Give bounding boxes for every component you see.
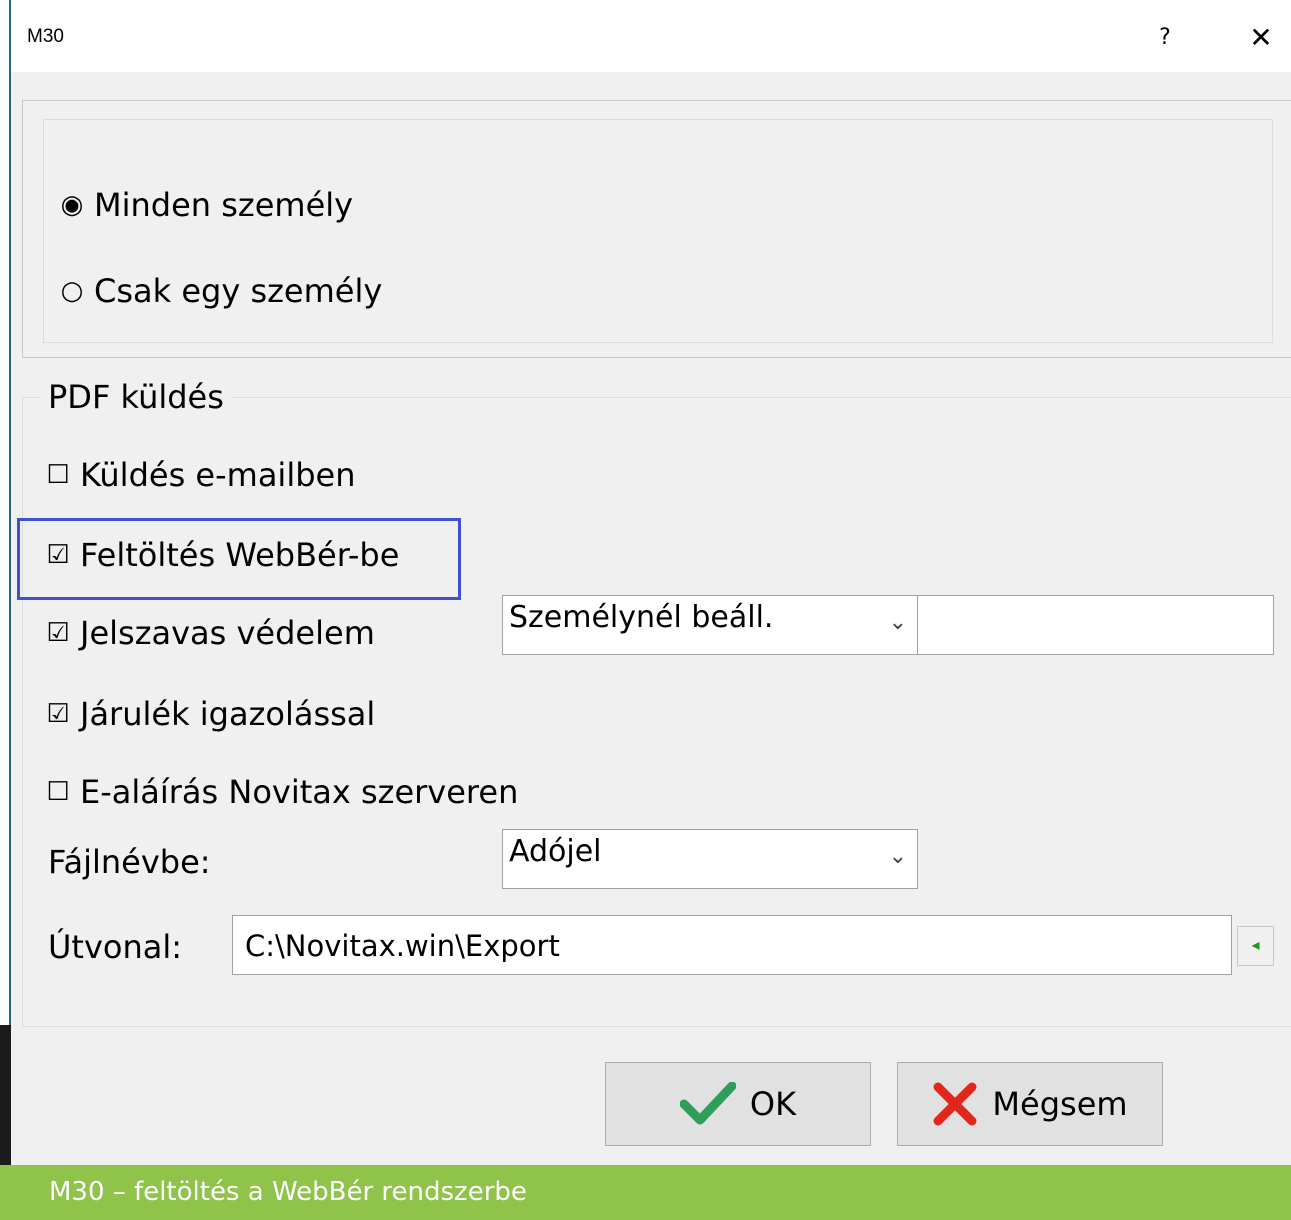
arrow-left-icon: ◂ bbox=[1251, 935, 1260, 954]
radio-all-persons[interactable]: ◉ Minden személy bbox=[58, 186, 353, 224]
checkbox-checked-icon: ☑ bbox=[46, 540, 70, 570]
checkbox-contribution-certificate-label: Járulék igazolással bbox=[80, 695, 376, 733]
checkbox-upload-webber-label: Feltöltés WebBér-be bbox=[80, 536, 400, 574]
ok-button-label: OK bbox=[749, 1085, 797, 1123]
filename-value: Adójel bbox=[509, 834, 602, 869]
browse-button[interactable]: ◂ bbox=[1237, 926, 1274, 966]
cancel-button-label: Mégsem bbox=[992, 1085, 1128, 1123]
radio-selected-icon: ◉ bbox=[60, 190, 84, 220]
checkmark-icon bbox=[679, 1082, 736, 1125]
path-label: Útvonal: bbox=[48, 928, 183, 966]
radio-single-person[interactable]: ○ Csak egy személy bbox=[58, 272, 383, 310]
password-mode-value: Személynél beáll. bbox=[509, 600, 774, 635]
checkbox-password-protection-label: Jelszavas védelem bbox=[80, 614, 375, 652]
ok-button[interactable]: OK bbox=[605, 1062, 871, 1146]
checkbox-contribution-certificate[interactable]: ☑ Járulék igazolással bbox=[44, 695, 375, 733]
window-title: M30 bbox=[27, 26, 64, 47]
cancel-button[interactable]: Mégsem bbox=[897, 1062, 1163, 1146]
window-edge-shadow bbox=[0, 1025, 11, 1165]
image-caption: M30 – feltöltés a WebBér rendszerbe bbox=[0, 1165, 1291, 1220]
chevron-down-icon: ⌄ bbox=[888, 610, 907, 635]
checkbox-send-email[interactable]: ☐ Küldés e-mailben bbox=[44, 456, 355, 494]
checkbox-unchecked-icon: ☐ bbox=[46, 460, 70, 490]
cross-icon bbox=[933, 1082, 977, 1126]
title-bar: M30 ? ✕ bbox=[11, 0, 1291, 72]
filename-label: Fájlnévbe: bbox=[48, 843, 211, 881]
radio-unselected-icon: ○ bbox=[60, 276, 84, 306]
radio-single-person-label: Csak egy személy bbox=[94, 272, 383, 310]
checkbox-send-email-label: Küldés e-mailben bbox=[80, 456, 356, 494]
path-input[interactable]: C:\Novitax.win\Export bbox=[232, 915, 1232, 975]
checkbox-e-signature-label: E-aláírás Novitax szerveren bbox=[80, 773, 519, 811]
password-mode-select[interactable]: Személynél beáll. ⌄ bbox=[502, 595, 918, 655]
dialog-window: M30 ? ✕ ◉ Minden személy ○ Csak egy szem… bbox=[0, 0, 1291, 1165]
chevron-down-icon: ⌄ bbox=[888, 844, 907, 869]
help-button[interactable]: ? bbox=[1145, 18, 1185, 58]
password-input[interactable] bbox=[917, 595, 1274, 655]
scope-panel bbox=[22, 100, 1291, 358]
checkbox-upload-webber[interactable]: ☑ Feltöltés WebBér-be bbox=[44, 536, 399, 574]
radio-all-persons-label: Minden személy bbox=[94, 186, 354, 224]
checkbox-checked-icon: ☑ bbox=[46, 699, 70, 729]
close-button[interactable]: ✕ bbox=[1241, 18, 1281, 58]
checkbox-e-signature[interactable]: ☐ E-aláírás Novitax szerveren bbox=[44, 773, 518, 811]
filename-select[interactable]: Adójel ⌄ bbox=[502, 829, 918, 889]
pdf-send-legend: PDF küldés bbox=[40, 378, 232, 416]
window-left-edge bbox=[0, 0, 11, 1165]
checkbox-unchecked-icon: ☐ bbox=[46, 777, 70, 807]
checkbox-password-protection[interactable]: ☑ Jelszavas védelem bbox=[44, 614, 375, 652]
checkbox-checked-icon: ☑ bbox=[46, 618, 70, 648]
